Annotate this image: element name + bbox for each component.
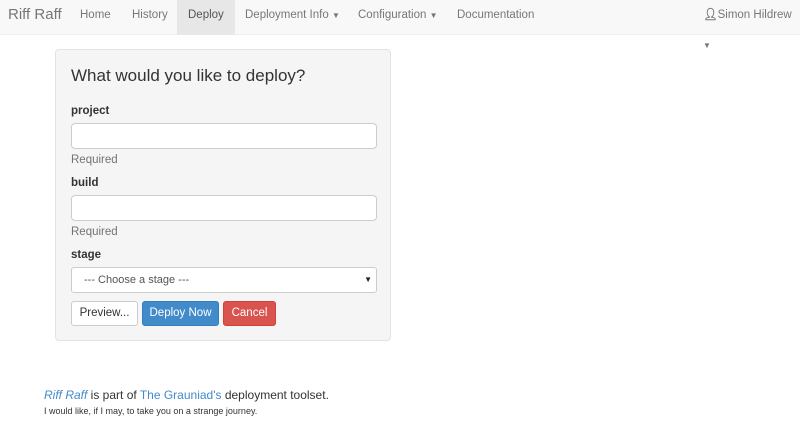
project-help: Required xyxy=(71,154,118,166)
stage-selected: --- Choose a stage --- xyxy=(84,274,190,286)
project-label: project xyxy=(71,105,110,117)
preview-button[interactable]: Preview... xyxy=(71,301,138,326)
caret-down-icon: ▼ xyxy=(429,11,438,20)
form-title: What would you like to deploy? xyxy=(71,66,306,85)
build-help: Required xyxy=(71,226,118,238)
deploy-now-button[interactable]: Deploy Now xyxy=(142,301,219,326)
footer-mid: is part of xyxy=(87,388,140,402)
caret-down-icon: ▼ xyxy=(331,11,340,20)
riff-raff-link[interactable]: Riff Raff xyxy=(44,388,87,402)
nav-documentation[interactable]: Documentation xyxy=(457,0,534,35)
nav-configuration[interactable]: Configuration ▼ xyxy=(358,0,438,35)
footer-end: deployment toolset. xyxy=(221,388,329,402)
cancel-button[interactable]: Cancel xyxy=(223,301,276,326)
deploy-form-panel: What would you like to deploy? project R… xyxy=(55,49,391,341)
user-icon: 👤︎ xyxy=(703,9,718,21)
user-name: Simon Hildrew xyxy=(717,9,792,21)
brand-link[interactable]: Riff Raff xyxy=(8,0,62,35)
build-input[interactable] xyxy=(71,195,377,221)
stage-select[interactable]: --- Choose a stage --- ▼ xyxy=(71,267,377,293)
project-input[interactable] xyxy=(71,123,377,149)
nav-home[interactable]: Home xyxy=(80,0,111,35)
nav-history[interactable]: History xyxy=(132,0,168,35)
footer-text: Riff Raff is part of The Grauniad's depl… xyxy=(44,388,329,402)
footer-tagline: I would like, if I may, to take you on a… xyxy=(44,406,258,416)
user-menu[interactable]: 👤︎Simon Hildrew ▼ xyxy=(703,0,800,50)
grauniad-link[interactable]: The Grauniad's xyxy=(140,388,222,402)
caret-down-icon: ▼ xyxy=(703,41,711,50)
build-label: build xyxy=(71,177,99,189)
dropdown-arrow-icon: ▼ xyxy=(364,275,372,284)
nav-configuration-label: Configuration xyxy=(358,9,427,21)
stage-label: stage xyxy=(71,249,102,261)
nav-deployment-info-label: Deployment Info xyxy=(245,9,329,21)
nav-deployment-info[interactable]: Deployment Info ▼ xyxy=(245,0,340,35)
nav-deploy[interactable]: Deploy xyxy=(177,0,235,35)
navbar: Riff Raff Home History Deploy Deployment… xyxy=(0,0,800,50)
